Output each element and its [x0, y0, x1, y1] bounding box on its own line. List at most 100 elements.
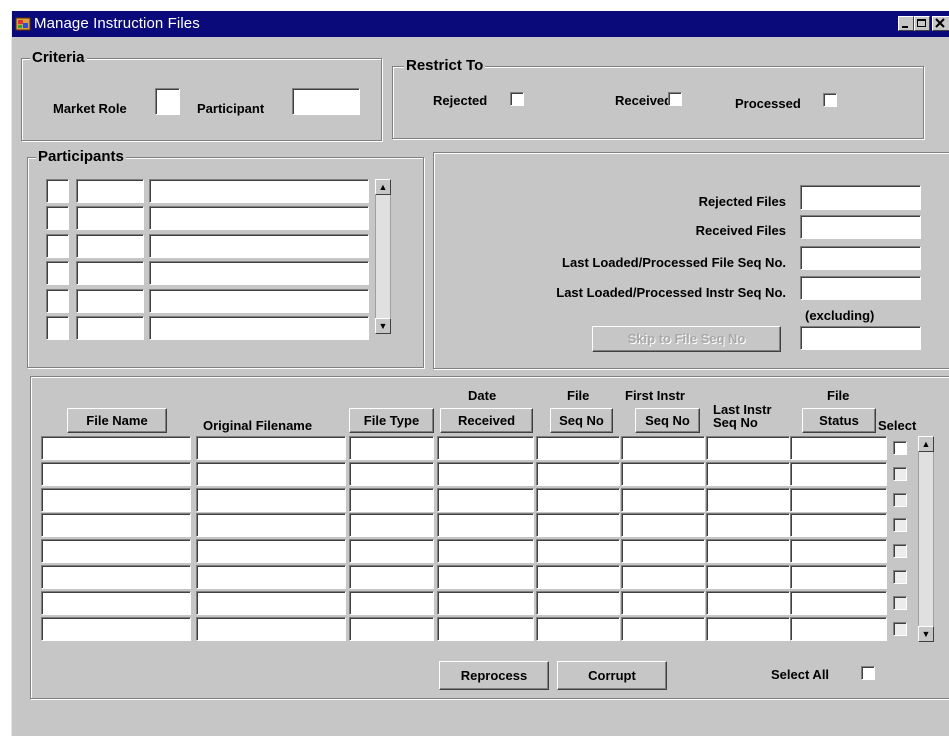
- file-cell[interactable]: [437, 487, 534, 512]
- participant-cell[interactable]: [46, 179, 69, 203]
- file-cell[interactable]: [196, 513, 346, 538]
- file-cell[interactable]: [437, 461, 534, 486]
- file-name-sort-button[interactable]: File Name: [67, 408, 167, 433]
- file-cell[interactable]: [536, 565, 620, 589]
- file-cell[interactable]: [41, 513, 191, 538]
- file-cell[interactable]: [437, 616, 534, 641]
- last-file-seq-field[interactable]: [800, 246, 921, 270]
- file-cell[interactable]: [790, 616, 887, 641]
- files-scroll-up-button[interactable]: ▲: [918, 436, 934, 452]
- maximize-button[interactable]: [914, 16, 930, 31]
- file-cell[interactable]: [790, 590, 887, 615]
- file-cell[interactable]: [41, 539, 191, 564]
- file-cell[interactable]: [790, 565, 887, 589]
- row-select-checkbox[interactable]: [893, 441, 907, 455]
- file-cell[interactable]: [536, 616, 620, 641]
- file-cell[interactable]: [536, 590, 620, 615]
- participant-cell[interactable]: [76, 206, 144, 231]
- processed-checkbox[interactable]: [823, 93, 837, 107]
- file-cell[interactable]: [41, 487, 191, 512]
- file-cell[interactable]: [536, 513, 620, 538]
- file-cell[interactable]: [536, 539, 620, 564]
- file-cell[interactable]: [437, 539, 534, 564]
- participant-cell[interactable]: [149, 206, 369, 231]
- file-cell[interactable]: [437, 436, 534, 460]
- file-cell[interactable]: [536, 436, 620, 460]
- last-instr-seq-field[interactable]: [800, 276, 921, 300]
- received-checkbox[interactable]: [668, 92, 682, 106]
- participant-cell[interactable]: [149, 179, 369, 203]
- file-cell[interactable]: [790, 539, 887, 564]
- file-cell[interactable]: [790, 461, 887, 486]
- file-cell[interactable]: [437, 565, 534, 589]
- market-role-input[interactable]: [155, 88, 180, 115]
- rejected-checkbox[interactable]: [510, 92, 524, 106]
- skip-to-file-seq-button[interactable]: Skip to File Seq No: [592, 326, 781, 352]
- file-cell[interactable]: [349, 565, 434, 589]
- file-cell[interactable]: [621, 616, 705, 641]
- file-cell[interactable]: [621, 436, 705, 460]
- file-cell[interactable]: [790, 513, 887, 538]
- close-button[interactable]: [932, 16, 949, 31]
- participant-cell[interactable]: [149, 316, 369, 340]
- file-cell[interactable]: [41, 565, 191, 589]
- file-cell[interactable]: [437, 513, 534, 538]
- file-cell[interactable]: [349, 487, 434, 512]
- participant-cell[interactable]: [46, 206, 69, 231]
- row-select-checkbox[interactable]: [893, 570, 907, 584]
- file-cell[interactable]: [196, 461, 346, 486]
- participant-input[interactable]: [292, 88, 360, 115]
- file-cell[interactable]: [706, 461, 790, 486]
- participant-cell[interactable]: [76, 179, 144, 203]
- skip-to-file-seq-input[interactable]: [800, 326, 921, 350]
- file-cell[interactable]: [196, 436, 346, 460]
- file-seq-no-sort-button[interactable]: Seq No: [550, 408, 613, 433]
- file-cell[interactable]: [536, 461, 620, 486]
- participant-cell[interactable]: [149, 233, 369, 258]
- file-cell[interactable]: [349, 461, 434, 486]
- file-cell[interactable]: [196, 539, 346, 564]
- participant-cell[interactable]: [46, 233, 69, 258]
- file-cell[interactable]: [41, 461, 191, 486]
- file-type-sort-button[interactable]: File Type: [349, 408, 434, 433]
- participant-cell[interactable]: [76, 261, 144, 286]
- file-cell[interactable]: [349, 539, 434, 564]
- file-cell[interactable]: [790, 487, 887, 512]
- file-status-sort-button[interactable]: Status: [802, 408, 876, 433]
- reprocess-button[interactable]: Reprocess: [439, 661, 549, 690]
- file-cell[interactable]: [621, 565, 705, 589]
- participant-cell[interactable]: [76, 233, 144, 258]
- minimize-button[interactable]: [898, 16, 914, 31]
- file-cell[interactable]: [790, 436, 887, 460]
- participant-cell[interactable]: [46, 288, 69, 313]
- file-cell[interactable]: [536, 487, 620, 512]
- row-select-checkbox[interactable]: [893, 518, 907, 533]
- file-cell[interactable]: [349, 616, 434, 641]
- scroll-down-button[interactable]: ▼: [375, 318, 391, 334]
- file-cell[interactable]: [621, 487, 705, 512]
- row-select-checkbox[interactable]: [893, 492, 907, 507]
- file-cell[interactable]: [349, 513, 434, 538]
- file-cell[interactable]: [706, 513, 790, 538]
- file-cell[interactable]: [706, 539, 790, 564]
- file-cell[interactable]: [621, 461, 705, 486]
- participant-cell[interactable]: [46, 316, 69, 340]
- participant-cell[interactable]: [46, 261, 69, 286]
- participant-cell[interactable]: [76, 316, 144, 340]
- file-cell[interactable]: [41, 436, 191, 460]
- corrupt-button[interactable]: Corrupt: [557, 661, 667, 690]
- file-cell[interactable]: [196, 616, 346, 641]
- files-scrollbar[interactable]: ▲ ▼: [918, 436, 934, 642]
- select-all-checkbox[interactable]: [861, 666, 875, 680]
- file-cell[interactable]: [621, 539, 705, 564]
- file-cell[interactable]: [621, 590, 705, 615]
- files-scroll-down-button[interactable]: ▼: [918, 626, 934, 642]
- scroll-up-button[interactable]: ▲: [375, 179, 391, 195]
- participant-cell[interactable]: [76, 288, 144, 313]
- participants-scrollbar[interactable]: ▲ ▼: [375, 179, 391, 334]
- file-cell[interactable]: [706, 436, 790, 460]
- file-cell[interactable]: [349, 590, 434, 615]
- file-cell[interactable]: [196, 487, 346, 512]
- file-cell[interactable]: [349, 436, 434, 460]
- first-instr-seq-sort-button[interactable]: Seq No: [635, 408, 700, 433]
